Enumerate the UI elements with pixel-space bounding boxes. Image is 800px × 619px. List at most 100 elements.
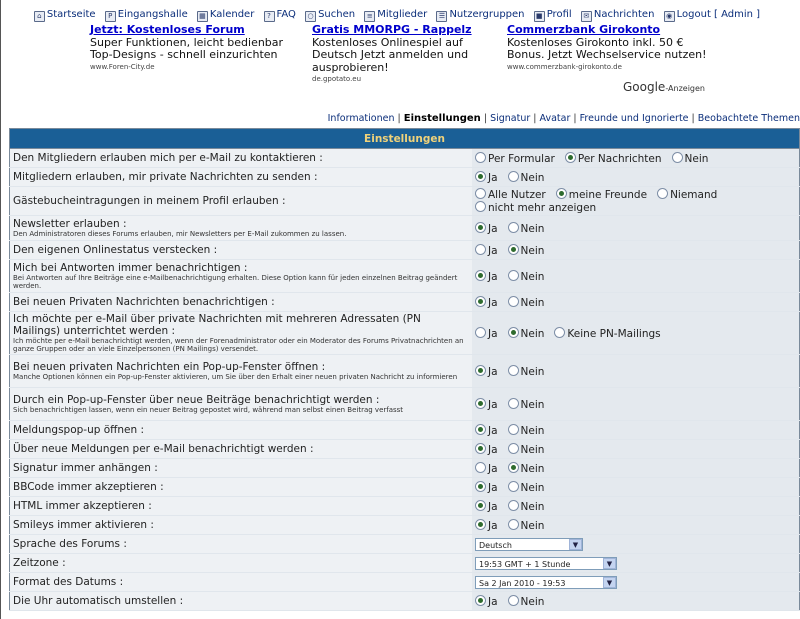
radio-option[interactable]: Ja bbox=[475, 518, 498, 532]
nav-faq[interactable]: ? FAQ bbox=[263, 9, 296, 22]
select-date-format[interactable]: Sa 2 Jan 2010 - 19:53 ▼ bbox=[475, 575, 617, 589]
radio-button-checked[interactable] bbox=[475, 221, 486, 233]
radio-button[interactable] bbox=[475, 326, 486, 338]
radio-option[interactable]: Ja bbox=[475, 170, 498, 184]
ad-url[interactable]: www.Foren-City.de bbox=[90, 62, 302, 72]
subnav-informationen[interactable]: Informationen bbox=[328, 113, 395, 124]
nav-eingangshalle[interactable]: P Eingangshalle bbox=[104, 9, 188, 22]
radio-button-checked[interactable] bbox=[475, 442, 486, 454]
radio-button-checked[interactable] bbox=[555, 188, 567, 199]
ad-block[interactable]: Commerzbank Girokonto Kostenloses Giroko… bbox=[507, 23, 707, 72]
nav-nutzergruppen[interactable]: ☰ Nutzergruppen bbox=[436, 9, 525, 22]
radio-button[interactable] bbox=[507, 480, 519, 492]
radio-button[interactable] bbox=[507, 518, 519, 530]
radio-option[interactable]: Nein bbox=[507, 499, 544, 513]
ad-url[interactable]: de.gpotato.eu bbox=[312, 74, 502, 84]
ad-block[interactable]: Jetzt: Kostenloses Forum Super Funktione… bbox=[90, 23, 302, 72]
radio-button[interactable] bbox=[507, 594, 519, 606]
radio-option[interactable]: Niemand bbox=[657, 188, 717, 201]
radio-button[interactable] bbox=[507, 364, 519, 376]
radio-option[interactable]: Per Formular bbox=[475, 151, 555, 165]
radio-button[interactable] bbox=[475, 188, 486, 199]
radio-button-checked[interactable] bbox=[507, 326, 519, 338]
radio-button[interactable] bbox=[475, 201, 486, 212]
radio-button-checked[interactable] bbox=[475, 397, 486, 409]
radio-option[interactable]: Nein bbox=[507, 480, 544, 494]
radio-option[interactable]: Nein bbox=[507, 423, 544, 437]
radio-button-checked[interactable] bbox=[475, 364, 486, 376]
radio-option[interactable]: Ja bbox=[475, 461, 498, 475]
radio-button-checked[interactable] bbox=[475, 295, 486, 307]
nav-nachrichten[interactable]: ✉ Nachrichten bbox=[580, 9, 654, 22]
radio-option[interactable]: Ja bbox=[475, 499, 498, 513]
radio-button-checked[interactable] bbox=[475, 423, 486, 435]
radio-option[interactable]: Nein bbox=[507, 461, 544, 475]
radio-option[interactable]: Nein bbox=[507, 269, 544, 283]
radio-button-checked[interactable] bbox=[475, 594, 486, 606]
radio-option[interactable]: Ja bbox=[475, 594, 498, 608]
ad-block[interactable]: Gratis MMORPG - Rappelz Kostenloses Onli… bbox=[312, 23, 502, 84]
radio-button-checked[interactable] bbox=[475, 269, 486, 281]
subnav-freunde[interactable]: Freunde und Ignorierte bbox=[580, 113, 689, 124]
subnav-einstellungen[interactable]: Einstellungen bbox=[404, 113, 481, 124]
nav-mitglieder[interactable]: ≡ Mitglieder bbox=[364, 9, 427, 22]
radio-option[interactable]: Ja bbox=[475, 269, 498, 283]
radio-button[interactable] bbox=[507, 442, 519, 454]
subnav-avatar[interactable]: Avatar bbox=[540, 113, 571, 124]
nav-profil[interactable]: ■ Profil bbox=[533, 9, 572, 22]
chevron-down-icon[interactable]: ▼ bbox=[603, 576, 616, 588]
radio-option[interactable]: Ja bbox=[475, 221, 498, 235]
radio-option[interactable]: Nein bbox=[671, 151, 708, 165]
radio-option[interactable]: Per Nachrichten bbox=[564, 151, 662, 165]
radio-option[interactable]: Keine PN-Mailings bbox=[554, 326, 661, 340]
radio-option[interactable]: Alle Nutzer bbox=[475, 188, 546, 201]
radio-option[interactable]: Nein bbox=[507, 594, 544, 608]
nav-startseite[interactable]: ⌂ Startseite bbox=[33, 9, 96, 22]
radio-button[interactable] bbox=[554, 326, 566, 338]
radio-button[interactable] bbox=[475, 461, 486, 473]
radio-option[interactable]: meine Freunde bbox=[555, 188, 647, 201]
radio-button[interactable] bbox=[507, 397, 519, 409]
radio-button-checked[interactable] bbox=[507, 243, 519, 255]
radio-option[interactable]: Ja bbox=[475, 364, 498, 378]
radio-option[interactable]: nicht mehr anzeigen bbox=[475, 201, 596, 214]
radio-button[interactable] bbox=[507, 499, 519, 511]
select-timezone[interactable]: 19:53 GMT + 1 Stunde ▼ bbox=[475, 556, 617, 570]
subnav-signatur[interactable]: Signatur bbox=[490, 113, 530, 124]
radio-option[interactable]: Ja bbox=[475, 442, 498, 456]
radio-option[interactable]: Nein bbox=[507, 518, 544, 532]
ad-url[interactable]: www.commerzbank-girokonto.de bbox=[507, 62, 707, 72]
radio-option[interactable]: Ja bbox=[475, 295, 498, 309]
radio-button[interactable] bbox=[507, 170, 519, 182]
nav-kalender[interactable]: ▦ Kalender bbox=[196, 9, 254, 22]
radio-option[interactable]: Ja bbox=[475, 326, 498, 340]
radio-button-checked[interactable] bbox=[475, 170, 486, 182]
google-ads-label[interactable]: Google-Anzeigen bbox=[623, 80, 705, 94]
chevron-down-icon[interactable]: ▼ bbox=[569, 538, 582, 550]
radio-option[interactable]: Nein bbox=[507, 364, 544, 378]
radio-option[interactable]: Nein bbox=[507, 397, 544, 411]
radio-button[interactable] bbox=[671, 151, 683, 163]
radio-option[interactable]: Nein bbox=[507, 326, 544, 340]
radio-option[interactable]: Nein bbox=[507, 170, 544, 184]
select-language[interactable]: Deutsch ▼ bbox=[475, 537, 583, 551]
radio-button[interactable] bbox=[475, 243, 486, 255]
radio-button-checked[interactable] bbox=[475, 499, 486, 511]
radio-option[interactable]: Nein bbox=[507, 221, 544, 235]
radio-option[interactable]: Ja bbox=[475, 480, 498, 494]
nav-suchen[interactable]: ○ Suchen bbox=[305, 9, 355, 22]
nav-logout[interactable]: ◉ Logout [ Admin ] bbox=[663, 9, 760, 22]
radio-option[interactable]: Nein bbox=[507, 442, 544, 456]
radio-button-checked[interactable] bbox=[475, 518, 486, 530]
chevron-down-icon[interactable]: ▼ bbox=[603, 557, 616, 569]
radio-button-checked[interactable] bbox=[564, 151, 576, 163]
radio-option[interactable]: Ja bbox=[475, 397, 498, 411]
radio-button-checked[interactable] bbox=[507, 461, 519, 473]
radio-button[interactable] bbox=[657, 188, 669, 199]
radio-option[interactable]: Ja bbox=[475, 243, 498, 257]
radio-button[interactable] bbox=[507, 295, 519, 307]
radio-button[interactable] bbox=[507, 269, 519, 281]
radio-button[interactable] bbox=[507, 221, 519, 233]
radio-button[interactable] bbox=[507, 423, 519, 435]
radio-option[interactable]: Nein bbox=[507, 295, 544, 309]
